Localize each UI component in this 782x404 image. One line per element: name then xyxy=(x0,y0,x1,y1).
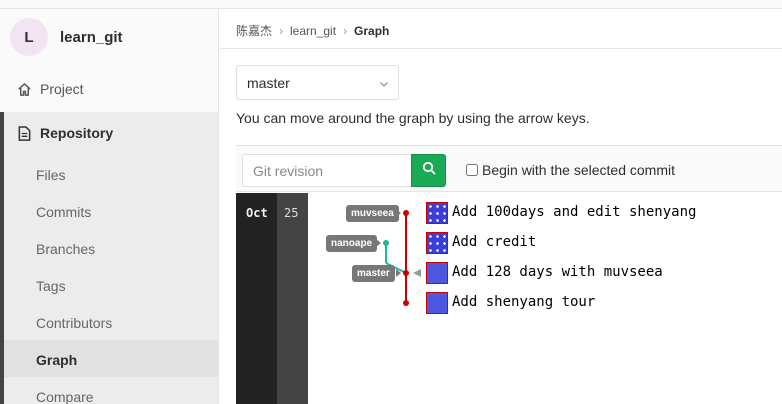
filter-bar: Begin with the selected commit xyxy=(236,145,782,192)
branch-select-value: master xyxy=(247,74,290,91)
project-avatar[interactable]: L xyxy=(10,18,48,56)
commit-avatar xyxy=(426,202,448,224)
home-icon xyxy=(16,81,32,97)
chevron-down-icon xyxy=(379,76,389,92)
breadcrumb-repo[interactable]: learn_git xyxy=(290,24,336,38)
nav-repository[interactable]: Repository xyxy=(0,112,218,154)
search-button[interactable] xyxy=(411,154,446,187)
git-revision-input[interactable] xyxy=(242,154,412,187)
ref-label-muvseea[interactable]: muvseea xyxy=(346,205,399,222)
commit-avatar xyxy=(426,292,448,314)
commit-avatar xyxy=(426,262,448,284)
commit-dot xyxy=(403,270,409,276)
sidebar-item-graph[interactable]: Graph xyxy=(36,341,77,378)
commit-dot xyxy=(403,210,409,216)
nav-project-label: Project xyxy=(40,81,84,97)
search-icon xyxy=(422,161,436,180)
document-icon xyxy=(16,125,32,141)
begin-with-selected-checkbox[interactable] xyxy=(466,164,478,176)
graph-hint: You can move around the graph by using t… xyxy=(236,110,590,126)
breadcrumb: 陈嘉杰 › learn_git › Graph xyxy=(236,22,389,39)
commit-avatar xyxy=(426,232,448,254)
commit-dot xyxy=(383,240,389,246)
begin-with-selected-option[interactable]: Begin with the selected commit xyxy=(466,162,675,178)
nav-project[interactable]: Project xyxy=(0,69,218,109)
breadcrumb-divider xyxy=(220,48,782,49)
commit-message[interactable]: Add 128 days with muvseea xyxy=(452,264,663,280)
top-bar xyxy=(0,0,782,9)
ref-label-nanoape[interactable]: nanoape xyxy=(326,235,378,252)
sidebar-item-tags[interactable]: Tags xyxy=(36,267,66,304)
ref-label-master[interactable]: master xyxy=(352,265,395,282)
commit-message[interactable]: Add 100days and edit shenyang xyxy=(452,204,696,220)
breadcrumb-current[interactable]: Graph xyxy=(354,24,389,38)
project-name[interactable]: learn_git xyxy=(60,29,123,46)
branch-select[interactable]: master xyxy=(236,65,399,100)
sidebar-item-files[interactable]: Files xyxy=(36,156,66,193)
project-header[interactable]: L learn_git xyxy=(10,18,210,56)
sidebar-item-compare[interactable]: Compare xyxy=(36,378,94,404)
head-marker xyxy=(413,269,421,277)
breadcrumb-user[interactable]: 陈嘉杰 xyxy=(236,22,272,39)
begin-with-selected-label: Begin with the selected commit xyxy=(482,162,675,178)
sidebar: L learn_git Project Repository Files Com… xyxy=(0,9,219,404)
sidebar-item-branches[interactable]: Branches xyxy=(36,230,95,267)
chevron-right-icon: › xyxy=(279,23,284,38)
commit-message[interactable]: Add credit xyxy=(452,234,536,250)
network-graph[interactable]: Oct 25 muvseea nanoape master Add 100day… xyxy=(236,193,782,404)
sidebar-item-commits[interactable]: Commits xyxy=(36,193,91,230)
commit-message[interactable]: Add shenyang tour xyxy=(452,294,595,310)
sidebar-item-contributors[interactable]: Contributors xyxy=(36,304,112,341)
chevron-right-icon: › xyxy=(343,23,348,38)
nav-repository-label: Repository xyxy=(40,125,114,141)
commit-dot xyxy=(403,300,409,306)
